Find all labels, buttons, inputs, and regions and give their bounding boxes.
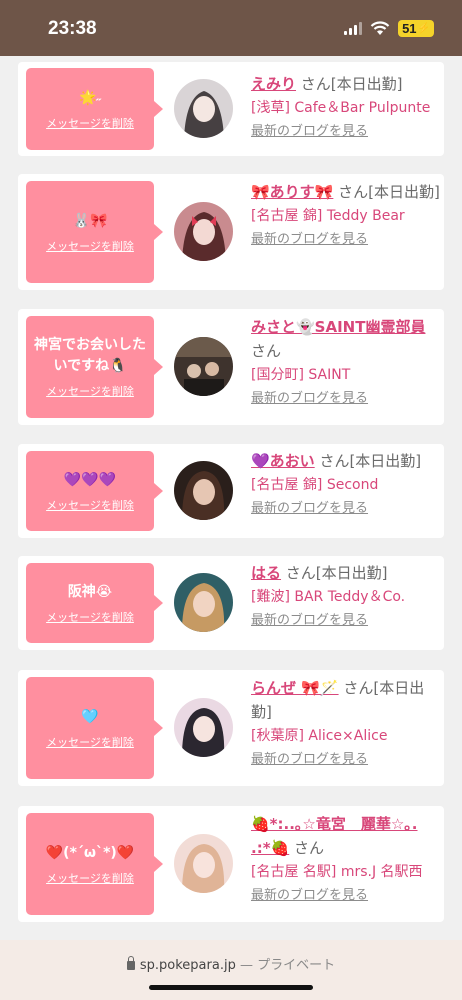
battery-level: 51 <box>402 21 417 36</box>
name-line: らんぜ 🎀🪄 さん[本日出勤] <box>251 676 441 724</box>
delete-message-link[interactable]: メッセージを削除 <box>46 870 134 886</box>
message-card: 💜💜💜 メッセージを削除 💜あおい さん[本日出勤] [名古屋 錦] Secon… <box>18 444 444 538</box>
message-bubble: ❤️(*´ω`*)❤️ メッセージを削除 <box>26 813 163 915</box>
name-line: はる さん[本日出勤] <box>251 561 441 585</box>
delete-message-link[interactable]: メッセージを削除 <box>46 115 134 131</box>
latest-blog-link[interactable]: 最新のブログを見る <box>251 391 368 406</box>
cast-info: 🎀ありす🎀 さん[本日出勤] [名古屋 錦] Teddy Bear 最新のブログ… <box>251 180 441 252</box>
message-text: 🩵 <box>81 708 99 725</box>
avatar-photo <box>174 698 233 757</box>
cast-info: 💜あおい さん[本日出勤] [名古屋 錦] Second 最新のブログを見る <box>251 449 441 521</box>
cast-name-link[interactable]: らんぜ 🎀🪄 <box>251 679 339 697</box>
cast-name-link[interactable]: はる <box>251 564 281 582</box>
status-icons: 51 ⚡ <box>344 20 434 37</box>
avatar-photo <box>174 573 233 632</box>
status-time: 23:38 <box>48 18 97 39</box>
url-text: sp.pokepara.jp <box>139 958 236 973</box>
cast-status: さん <box>251 342 282 360</box>
name-line: えみり さん[本日出勤] <box>251 72 441 96</box>
message-text: 🌟˶ <box>78 89 102 106</box>
status-bar: 23:38 51 ⚡ <box>0 0 462 56</box>
cast-status: さん[本日出勤] <box>333 183 440 201</box>
avatar[interactable] <box>174 461 233 520</box>
latest-blog-link[interactable]: 最新のブログを見る <box>251 232 368 247</box>
name-line: 🍓*:..｡☆竜宮 麗華☆｡. .:*🍓 さん <box>251 812 441 860</box>
cast-name-link[interactable]: えみり <box>251 75 296 93</box>
browser-address-bar[interactable]: sp.pokepara.jp — プライベート <box>0 940 462 1000</box>
avatar[interactable] <box>174 573 233 632</box>
shop-name: [秋葉原] Alice×Alice <box>251 728 388 744</box>
cast-info: はる さん[本日出勤] [難波] BAR Teddy＆Co. 最新のブログを見る <box>251 561 441 633</box>
cast-status: さん[本日出勤] <box>281 564 388 582</box>
wifi-icon <box>370 21 390 35</box>
cast-name-link[interactable]: みさと👻SAINT幽霊部員 <box>251 318 425 336</box>
shop-name: [浅草] Cafe＆Bar Pulpunte <box>251 100 431 116</box>
cast-status: さん[本日出勤] <box>296 75 403 93</box>
cast-info: みさと👻SAINT幽霊部員 さん [国分町] SAINT 最新のブログを見る <box>251 315 441 411</box>
message-card: 阪神😭 メッセージを削除 はる さん[本日出勤] [難波] BAR Teddy＆… <box>18 556 444 650</box>
message-bubble: 神宮でお会いしたいですね🐧 メッセージを削除 <box>26 316 163 418</box>
cast-status: さん[本日出勤] <box>314 452 422 470</box>
latest-blog-link[interactable]: 最新のブログを見る <box>251 752 368 767</box>
cast-info: 🍓*:..｡☆竜宮 麗華☆｡. .:*🍓 さん [名古屋 名駅] mrs.J 名… <box>251 812 441 908</box>
shop-name: [名古屋 名駅] mrs.J 名駅西 <box>251 864 423 880</box>
delete-message-link[interactable]: メッセージを削除 <box>46 609 134 625</box>
message-bubble: 🌟˶ メッセージを削除 <box>26 68 163 150</box>
message-bubble: 阪神😭 メッセージを削除 <box>26 563 163 643</box>
cast-name-link[interactable]: 🍓*:..｡☆竜宮 麗華☆｡. .:*🍓 <box>251 815 418 857</box>
latest-blog-link[interactable]: 最新のブログを見る <box>251 124 368 139</box>
message-bubble: 💜💜💜 メッセージを削除 <box>26 451 163 531</box>
latest-blog-link[interactable]: 最新のブログを見る <box>251 613 368 628</box>
shop-name: [名古屋 錦] Teddy Bear <box>251 208 405 224</box>
latest-blog-link[interactable]: 最新のブログを見る <box>251 888 368 903</box>
avatar-photo <box>174 79 233 138</box>
avatar[interactable] <box>174 698 233 757</box>
message-card: 🌟˶ メッセージを削除 えみり さん[本日出勤] [浅草] Cafe＆Bar P… <box>18 62 444 156</box>
home-indicator[interactable] <box>149 985 313 990</box>
delete-message-link[interactable]: メッセージを削除 <box>46 238 134 254</box>
cellular-signal-icon <box>344 22 363 35</box>
name-line: 🎀ありす🎀 さん[本日出勤] <box>251 180 441 204</box>
name-line: 💜あおい さん[本日出勤] <box>251 449 441 473</box>
cast-status: さん <box>289 839 324 857</box>
cast-name-link[interactable]: 🎀ありす🎀 <box>251 183 333 201</box>
avatar-photo <box>174 834 233 893</box>
avatar[interactable] <box>174 79 233 138</box>
message-text: 神宮でお会いしたいですね🐧 <box>34 337 146 374</box>
shop-name: [国分町] SAINT <box>251 367 351 383</box>
message-bubble: 🐰🎀 メッセージを削除 <box>26 181 163 283</box>
battery-indicator: 51 ⚡ <box>398 20 434 37</box>
avatar-photo <box>174 337 233 396</box>
name-line: みさと👻SAINT幽霊部員 さん <box>251 315 441 363</box>
message-card: 🐰🎀 メッセージを削除 🎀ありす🎀 さん[本日出勤] [名古屋 錦] Teddy… <box>18 174 444 290</box>
avatar-photo <box>174 461 233 520</box>
message-text: 阪神😭 <box>67 583 113 600</box>
message-text: ❤️(*´ω`*)❤️ <box>45 844 135 861</box>
message-text: 💜💜💜 <box>63 471 117 488</box>
avatar[interactable] <box>174 202 233 261</box>
message-bubble: 🩵 メッセージを削除 <box>26 677 163 779</box>
avatar[interactable] <box>174 834 233 893</box>
cast-info: えみり さん[本日出勤] [浅草] Cafe＆Bar Pulpunte 最新のブ… <box>251 72 441 144</box>
shop-name: [難波] BAR Teddy＆Co. <box>251 589 406 605</box>
message-text: 🐰🎀 <box>72 212 108 229</box>
message-card: 神宮でお会いしたいですね🐧 メッセージを削除 みさと👻SAINT幽霊部員 さん … <box>18 309 444 425</box>
avatar-photo <box>174 202 233 261</box>
delete-message-link[interactable]: メッセージを削除 <box>46 383 134 399</box>
message-card: ❤️(*´ω`*)❤️ メッセージを削除 🍓*:..｡☆竜宮 麗華☆｡. .:*… <box>18 806 444 922</box>
private-mode-label: — プライベート <box>239 958 336 973</box>
cast-info: らんぜ 🎀🪄 さん[本日出勤] [秋葉原] Alice×Alice 最新のブログ… <box>251 676 441 772</box>
latest-blog-link[interactable]: 最新のブログを見る <box>251 501 368 516</box>
message-card: 🩵 メッセージを削除 らんぜ 🎀🪄 さん[本日出勤] [秋葉原] Alice×A… <box>18 670 444 786</box>
cast-name-link[interactable]: 💜あおい <box>251 452 315 470</box>
lock-icon <box>126 956 135 970</box>
shop-name: [名古屋 錦] Second <box>251 477 379 493</box>
url-display[interactable]: sp.pokepara.jp — プライベート <box>0 954 462 973</box>
delete-message-link[interactable]: メッセージを削除 <box>46 734 134 750</box>
charging-icon: ⚡ <box>417 23 430 34</box>
avatar[interactable] <box>174 337 233 396</box>
delete-message-link[interactable]: メッセージを削除 <box>46 497 134 513</box>
